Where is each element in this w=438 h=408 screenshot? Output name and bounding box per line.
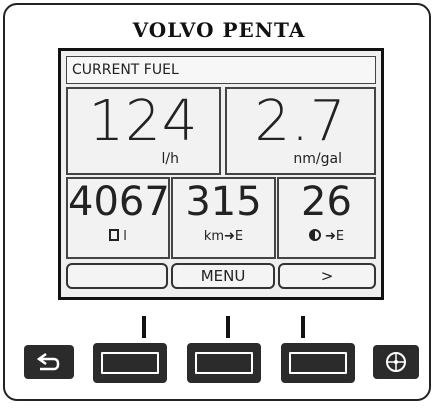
fuel-economy-unit: nm/gal <box>293 151 342 167</box>
fuel-economy-cell: 2.7 nm/gal <box>225 87 376 175</box>
helm-button[interactable] <box>373 345 419 379</box>
range-distance-value: 315 <box>185 179 262 225</box>
brand-logo: VOLVO PENTA <box>132 18 306 42</box>
fuel-remaining-value: 4067 <box>68 179 170 225</box>
range-time-value: 26 <box>301 179 352 225</box>
clock-icon <box>308 229 321 241</box>
display-screen: CURRENT FUEL 124 l/h 2.7 nm/gal 4067 l 3… <box>58 48 384 300</box>
screen-title: CURRENT FUEL <box>66 56 376 84</box>
softkey-left[interactable] <box>66 263 168 289</box>
fuel-remaining-cell: 4067 l <box>66 177 170 259</box>
softkey-indicator-center <box>226 316 230 338</box>
fuel-pump-icon <box>109 229 120 241</box>
hardware-softkey-right[interactable] <box>281 343 355 383</box>
range-time-unit: ➜E <box>279 229 374 244</box>
helm-icon <box>386 352 406 372</box>
fuel-rate-cell: 124 l/h <box>66 87 221 175</box>
hardware-softkey-left[interactable] <box>93 343 167 383</box>
return-icon <box>36 352 60 371</box>
hardware-softkey-center[interactable] <box>187 343 261 383</box>
range-distance-unit: km➜E <box>203 229 244 244</box>
softkey-indicator-right <box>301 316 305 338</box>
fuel-rate-unit: l/h <box>161 151 179 167</box>
softkey-next[interactable]: > <box>278 263 376 289</box>
fuel-rate-value: 124 <box>88 89 199 154</box>
softkey-bar: MENU > <box>66 263 376 289</box>
fuel-remaining-unit: l <box>68 229 168 244</box>
softkey-menu[interactable]: MENU <box>171 263 275 289</box>
back-button[interactable] <box>24 345 74 379</box>
fuel-economy-value: 2.7 <box>254 89 347 154</box>
range-distance-cell: 315 km➜E <box>171 177 276 259</box>
range-time-cell: 26 ➜E <box>277 177 376 259</box>
softkey-indicator-left <box>142 316 146 338</box>
